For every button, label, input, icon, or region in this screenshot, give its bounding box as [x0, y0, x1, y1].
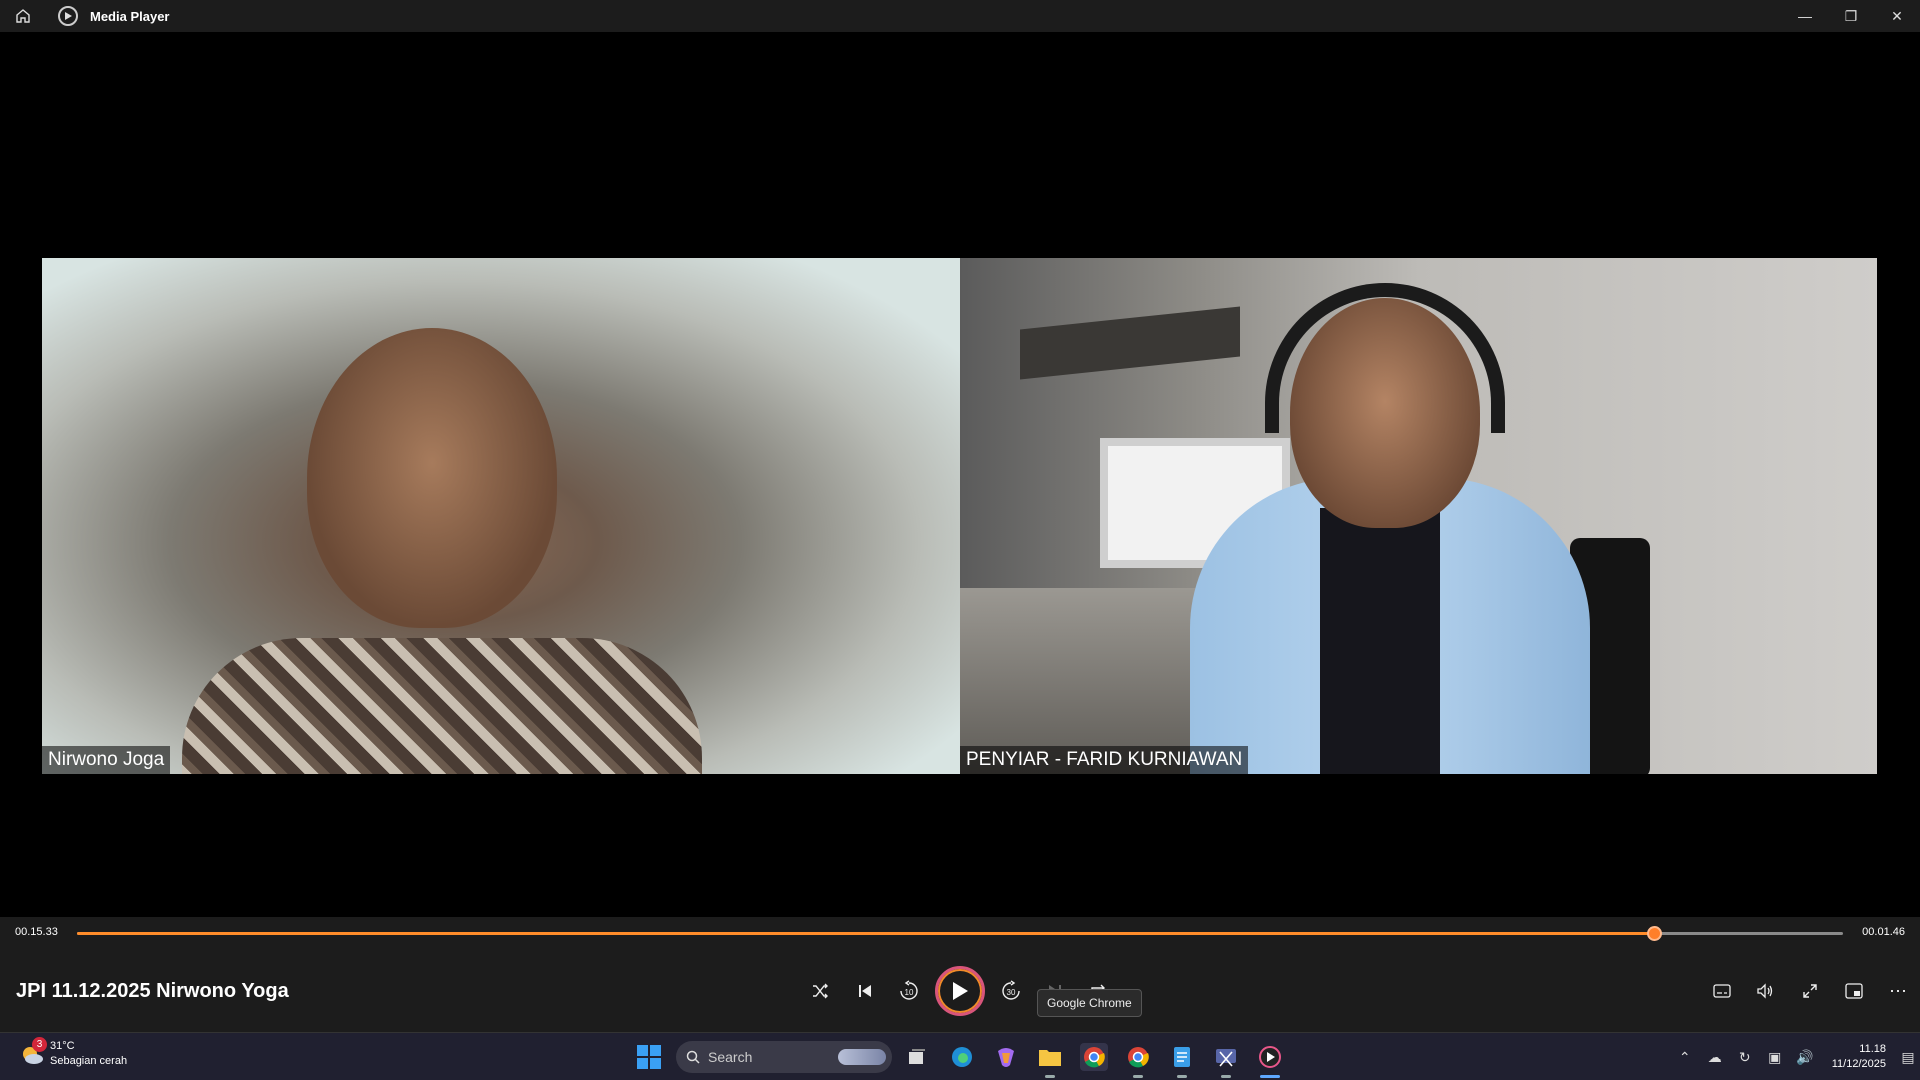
app-title: Media Player: [90, 8, 170, 24]
previous-icon: [859, 985, 871, 997]
current-time: 00.15.33: [15, 926, 58, 938]
copilot-icon: [998, 1048, 1014, 1067]
edge-icon: [952, 1047, 972, 1067]
total-time: 00.01.46: [1862, 926, 1905, 938]
home-icon: [16, 9, 30, 23]
cloud-off-icon: ☁: [1707, 1048, 1722, 1065]
video-tile-guest: Nirwono Joga: [42, 258, 960, 774]
edge-button[interactable]: [948, 1043, 976, 1071]
headset: [1265, 283, 1505, 433]
volume-button[interactable]: [1745, 971, 1785, 1011]
network-icon: ▣: [1768, 1048, 1782, 1065]
folder-icon: [1039, 1050, 1061, 1066]
person-face: [307, 328, 557, 628]
restore-button[interactable]: ❐: [1828, 0, 1874, 32]
chrome-icon: [1084, 1047, 1105, 1068]
chevron-up-icon: ⌃: [1678, 1048, 1691, 1065]
notepad-icon: [1174, 1047, 1190, 1067]
copilot-button[interactable]: [992, 1043, 1020, 1071]
captions-button[interactable]: [1702, 971, 1742, 1011]
player-controls: JPI 11.12.2025 Nirwono Yoga 10 30 Google…: [0, 949, 1920, 1032]
speaker-icon: 🔊: [1796, 1048, 1814, 1065]
chrome-icon: [1128, 1047, 1149, 1068]
system-tray: ⌃ ☁ ↻ ▣ 🔊 11.18 11/12/2025 ▤: [1670, 1033, 1920, 1080]
video-tile-host: PENYIAR - FARID KURNIAWAN: [960, 258, 1877, 774]
onedrive-button[interactable]: ☁: [1700, 1049, 1730, 1066]
minimize-button[interactable]: —: [1782, 0, 1828, 32]
fullscreen-icon: [1803, 984, 1817, 998]
seek-slider[interactable]: [77, 926, 1843, 941]
seek-progress: [77, 932, 1655, 935]
title-bar: Media Player — ❐ ✕: [0, 0, 1920, 32]
close-icon: ✕: [1891, 7, 1903, 24]
snipping-tool-button[interactable]: [1212, 1043, 1240, 1078]
snipping-tool-icon: [1216, 1049, 1236, 1067]
previous-button[interactable]: [845, 971, 885, 1011]
media-player-taskbar-button[interactable]: [1256, 1043, 1284, 1078]
notepad-button[interactable]: [1168, 1043, 1196, 1078]
seek-bar-row: 00.15.33 00.01.46: [0, 917, 1920, 949]
notification-badge: 3: [32, 1037, 47, 1052]
weather-condition: Sebagian cerah: [50, 1055, 128, 1067]
participant-name: Nirwono Joga: [42, 746, 171, 774]
clock-date: 11/12/2025: [1831, 1058, 1886, 1070]
shuffle-button[interactable]: [800, 971, 840, 1011]
rewind-label: 10: [905, 988, 914, 997]
notifications-button[interactable]: ▤: [1896, 1049, 1920, 1066]
rewind-10-button[interactable]: 10: [889, 971, 929, 1011]
search-icon: [686, 1050, 700, 1064]
play-icon: [953, 982, 968, 1000]
clock-time: 11.18: [1859, 1043, 1886, 1055]
rewind-10-icon: 10: [900, 980, 918, 1000]
clock[interactable]: 11.18 11/12/2025: [1832, 1042, 1886, 1072]
search-highlight-image: [838, 1049, 886, 1065]
forward-label: 30: [1007, 988, 1016, 997]
captions-icon: [1713, 984, 1731, 998]
windows-logo-icon: [637, 1045, 648, 1056]
media-player-icon: [58, 6, 78, 26]
task-view-button[interactable]: [903, 1043, 931, 1071]
track-title: JPI 11.12.2025 Nirwono Yoga: [16, 980, 289, 1002]
tooltip: Google Chrome: [1037, 989, 1142, 1017]
search-placeholder: Search: [708, 1049, 753, 1065]
forward-30-button[interactable]: 30: [991, 971, 1031, 1011]
chrome-profile-button[interactable]: [1124, 1043, 1152, 1078]
media-player-icon: [1259, 1046, 1281, 1068]
minimize-icon: —: [1798, 8, 1812, 24]
notification-bell-icon: ▤: [1901, 1048, 1915, 1065]
video-area[interactable]: Nirwono Joga PENYIAR - FARID KURNIAWAN: [0, 32, 1920, 917]
person-tshirt: [1320, 508, 1440, 774]
more-icon: ⋯: [1889, 980, 1907, 1001]
seek-thumb[interactable]: [1647, 926, 1663, 941]
taskbar-search[interactable]: Search: [676, 1041, 892, 1073]
weather-widget[interactable]: 3 31°C Sebagian cerah: [18, 1037, 128, 1069]
shuffle-icon: [813, 983, 828, 999]
sync-icon: ↻: [1738, 1048, 1751, 1065]
start-button[interactable]: [637, 1045, 661, 1069]
participant-name: PENYIAR - FARID KURNIAWAN: [960, 746, 1249, 774]
volume-icon: [1757, 983, 1773, 999]
show-hidden-icons-button[interactable]: ⌃: [1670, 1049, 1700, 1066]
taskbar: 3 31°C Sebagian cerah Search ⌃ ☁ ↻ ▣ 🔊 1…: [0, 1032, 1920, 1080]
mini-player-button[interactable]: [1834, 971, 1874, 1011]
restore-icon: ❐: [1844, 7, 1858, 24]
task-view-icon: [909, 1049, 925, 1064]
person-shirt: [182, 638, 702, 774]
chrome-button[interactable]: [1080, 1043, 1108, 1071]
weather-temp: 31°C: [50, 1040, 75, 1052]
shelf: [1020, 306, 1240, 380]
weather-icon: 3: [18, 1037, 47, 1068]
volume-tray-button[interactable]: 🔊: [1790, 1049, 1820, 1066]
sync-button[interactable]: ↻: [1730, 1049, 1760, 1066]
network-button[interactable]: ▣: [1760, 1049, 1790, 1066]
fullscreen-button[interactable]: [1790, 971, 1830, 1011]
home-button[interactable]: [0, 0, 46, 32]
forward-30-icon: 30: [1002, 980, 1020, 1000]
play-button[interactable]: [935, 966, 985, 1016]
close-button[interactable]: ✕: [1874, 0, 1920, 32]
more-options-button[interactable]: ⋯: [1878, 971, 1918, 1011]
file-explorer-button[interactable]: [1036, 1043, 1064, 1078]
mini-player-icon: [1845, 983, 1863, 999]
